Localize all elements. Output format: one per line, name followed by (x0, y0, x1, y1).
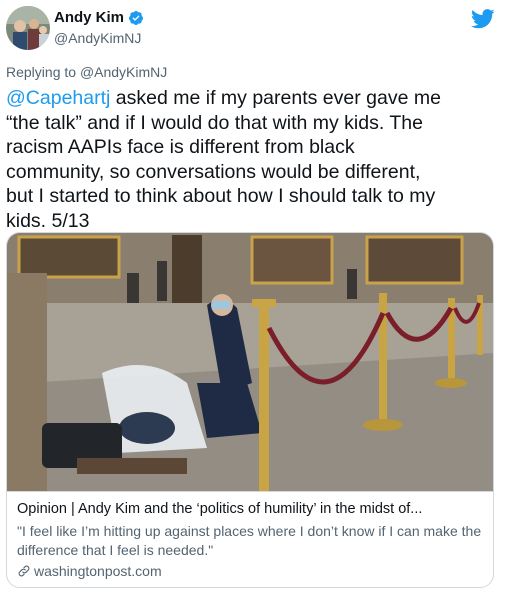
twitter-bird-icon[interactable] (471, 8, 495, 30)
link-icon (18, 565, 30, 577)
card-domain: washingtonpost.com (34, 563, 162, 579)
tweet-header: Andy Kim @AndyKimNJ (6, 6, 503, 56)
card-domain-row[interactable]: washingtonpost.com (17, 563, 483, 579)
tweet-text: @Capehartj asked me if my parents ever g… (6, 86, 503, 233)
card-image[interactable] (7, 233, 493, 491)
card-description: "I feel like I’m hitting up against plac… (17, 523, 482, 558)
author-display-name: Andy Kim (54, 9, 125, 26)
avatar-image (6, 6, 50, 50)
avatar[interactable] (6, 6, 50, 50)
author-handle[interactable]: @AndyKimNJ (54, 30, 141, 46)
card-body[interactable]: Opinion | Andy Kim and the ‘politics of … (7, 491, 493, 587)
tweet-mention-link[interactable]: @Capehartj (6, 87, 110, 109)
verified-badge-icon (129, 10, 144, 25)
reply-prefix: Replying to (6, 64, 80, 80)
card-title[interactable]: Opinion | Andy Kim and the ‘politics of … (17, 500, 483, 519)
author-name-row[interactable]: Andy Kim (54, 9, 144, 26)
reply-mention-link[interactable]: @AndyKimNJ (80, 64, 167, 80)
link-preview-card[interactable]: Opinion | Andy Kim and the ‘politics of … (6, 232, 494, 588)
reply-context: Replying to @AndyKimNJ (6, 64, 167, 80)
